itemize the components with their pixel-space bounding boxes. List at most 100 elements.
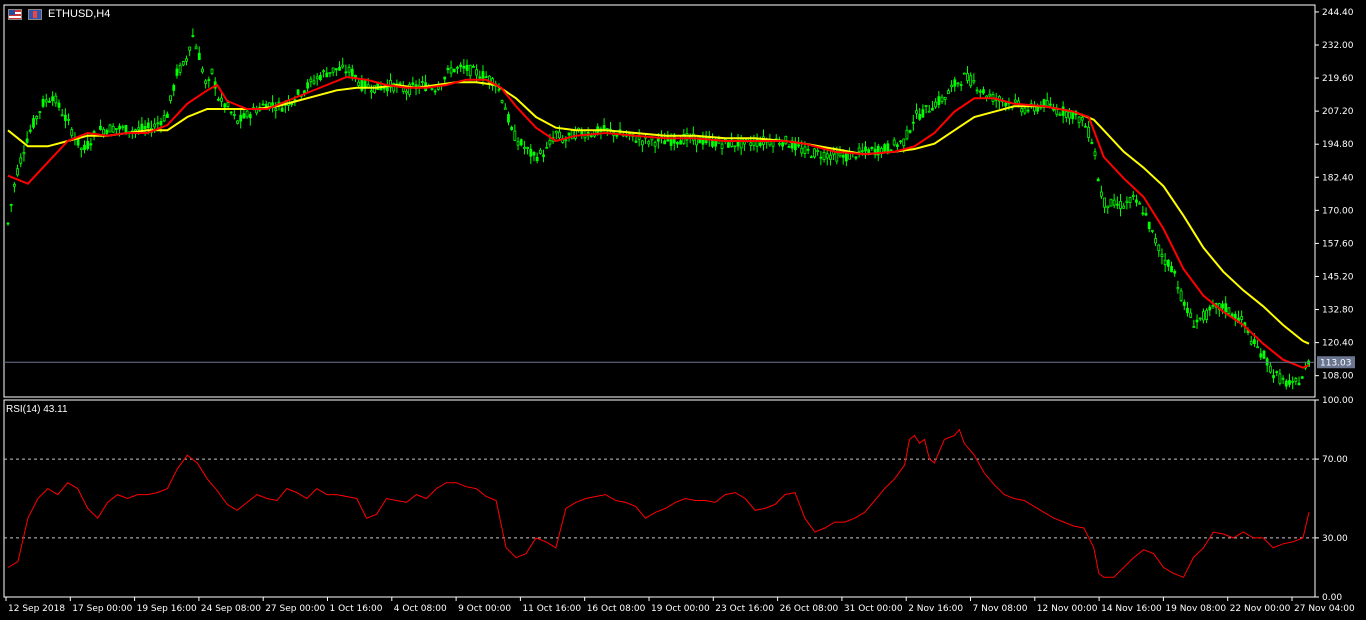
candle-body (306, 82, 310, 89)
time-tick-label: 27 Nov 04:00 (1294, 604, 1355, 614)
rsi-tick-label: 30.00 (1322, 534, 1348, 544)
candle[interactable] (519, 138, 523, 147)
candle-body (1154, 238, 1157, 244)
candle-body (1208, 306, 1212, 311)
candle-body (870, 146, 874, 149)
candle-body (911, 121, 915, 124)
candle-body (191, 35, 195, 38)
candle-body (972, 80, 976, 83)
candle-body (634, 140, 638, 143)
candle-body (529, 148, 533, 157)
candle-body (341, 64, 345, 68)
candle-body (1020, 108, 1024, 113)
candle-body (924, 104, 928, 108)
candle-body (197, 52, 201, 61)
candle-body (921, 109, 925, 118)
candle-body (274, 108, 278, 111)
time-tick-label: 11 Oct 16:00 (522, 604, 581, 614)
candle-body (969, 75, 973, 87)
candle-body (1253, 339, 1256, 345)
candle-body (953, 79, 957, 87)
candle-body (816, 150, 820, 153)
candle-body (825, 153, 829, 159)
candle-body (456, 66, 459, 69)
candle-body (12, 183, 16, 187)
candle-body (1141, 212, 1145, 215)
candle-body (334, 68, 338, 71)
candle-body (51, 96, 55, 102)
candle-body (803, 146, 807, 154)
candle-body (1170, 266, 1173, 273)
candle-body (1202, 311, 1205, 321)
candle-body (1122, 205, 1126, 209)
candle-body (108, 124, 112, 133)
candle-body (165, 113, 169, 118)
candle-body (819, 156, 823, 159)
candle[interactable] (727, 141, 730, 148)
candle-body (605, 128, 609, 130)
candle-body (1061, 106, 1065, 116)
candle-body (937, 96, 941, 106)
candle[interactable] (108, 123, 112, 133)
candle-body (210, 68, 214, 74)
candle-body (370, 90, 373, 93)
candle-body (86, 141, 90, 149)
candle-body (883, 144, 887, 152)
candle-body (175, 68, 179, 76)
candle-body (1106, 205, 1110, 209)
time-tick-label: 14 Nov 16:00 (1101, 604, 1162, 614)
candle-body (121, 126, 125, 129)
candle-body (188, 46, 192, 51)
candle-body (1189, 312, 1193, 318)
candle-body (589, 135, 593, 137)
symbol-title: ETHUSD,H4 (8, 8, 110, 20)
candle-body (835, 152, 839, 162)
candle-body (22, 152, 26, 155)
time-tick-label: 17 Sep 00:00 (72, 604, 132, 614)
candle-body (318, 75, 322, 81)
candle-body (462, 65, 466, 69)
price-tick-label: 108.00 (1322, 372, 1354, 382)
candle-body (172, 84, 176, 91)
candle-body (459, 64, 463, 68)
candle-body (194, 46, 198, 50)
candle-body (111, 126, 115, 133)
candle-body (1058, 113, 1062, 116)
candle-body (99, 125, 102, 130)
candle-body (28, 129, 32, 132)
candle-body (6, 222, 10, 225)
candle-body (328, 72, 332, 75)
candle-body (516, 141, 520, 146)
candle-body (535, 156, 539, 162)
time-tick-label: 19 Sep 16:00 (137, 604, 197, 614)
candle-body (232, 113, 236, 116)
candle-body (239, 114, 243, 122)
candle-body (373, 85, 376, 93)
candle-body (1036, 107, 1040, 112)
price-tick-label: 244.40 (1322, 8, 1354, 18)
candle-body (1109, 198, 1113, 207)
candle[interactable] (1262, 349, 1266, 360)
candle[interactable] (408, 81, 412, 98)
candle-body (312, 80, 316, 84)
candle-body (114, 128, 118, 130)
price-tick-label: 145.20 (1322, 272, 1354, 282)
candle-body (421, 81, 424, 84)
candle-body (988, 93, 992, 97)
candle[interactable] (1109, 198, 1113, 207)
candle-body (567, 132, 571, 136)
candle-body (360, 79, 364, 91)
candle-body (1080, 117, 1084, 121)
candle-body (615, 134, 619, 137)
candle-body (1099, 191, 1103, 197)
candle-body (468, 64, 472, 77)
candle-body (806, 148, 810, 151)
candle-body (134, 129, 137, 132)
candle[interactable] (813, 148, 816, 159)
time-tick-label: 16 Oct 08:00 (587, 604, 646, 614)
candle-body (679, 140, 683, 145)
candle-body (1284, 380, 1288, 387)
candle-body (1275, 371, 1279, 373)
candle-body (309, 78, 313, 82)
candle[interactable] (452, 68, 456, 73)
